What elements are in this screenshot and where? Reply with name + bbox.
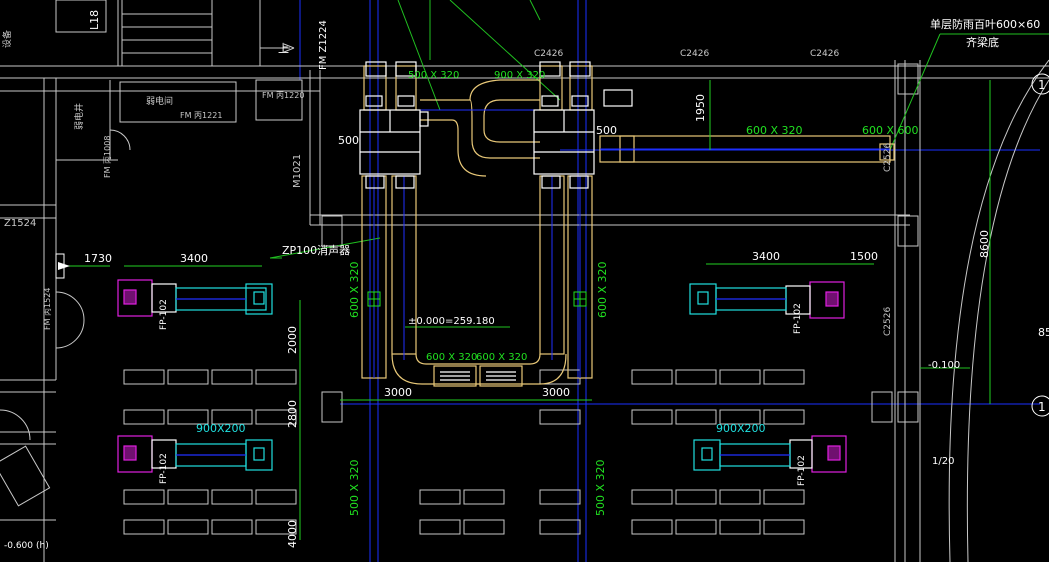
duct-size-fcu-right: 900X200 [716, 422, 766, 435]
axis-label-2: 1 [1038, 400, 1046, 414]
dim-3000-right: 3000 [542, 386, 570, 399]
dim-1950: 1950 [694, 94, 707, 122]
silencer-label: ZP100消声器 [282, 243, 350, 257]
dim-4000: 4000 [286, 520, 299, 548]
hvac-floor-plan-drawing: 单层防雨百叶600×60 齐梁底 1 1 C2426 C2426 C2426 C… [0, 0, 1049, 562]
room-label-2: 弱电井 [73, 103, 85, 130]
duct-size-top-mid: 900 X 320 [494, 70, 545, 81]
room-label-1: 弱电间 [146, 95, 173, 107]
duct-size-bottom-2: 600 X 320 [476, 352, 527, 363]
duct-size-vert-left: 600 X 320 [348, 261, 361, 318]
drawing-background [0, 0, 1049, 562]
duct-size-vert-right: 600 X 320 [596, 261, 609, 318]
door-tag-1008: FM 丙1008 [103, 136, 112, 178]
dim-3400-right: 3400 [752, 250, 780, 263]
dim-1500: 1500 [850, 250, 878, 263]
dim-3000-left: 3000 [384, 386, 412, 399]
louver-note: 单层防雨百叶600×60 [930, 17, 1040, 31]
window-tag-4: C2526 [883, 143, 893, 172]
stair-tag: L18 [88, 10, 101, 30]
axis-label-1: 1 [1038, 78, 1046, 92]
bottom-tag: (h) [36, 541, 49, 551]
dim-2000: 2000 [286, 326, 299, 354]
door-tag-m1021: M1021 [292, 154, 303, 188]
elevation-bottom: -0.600 [4, 541, 33, 551]
unit-tag-1: FP-102 [159, 299, 169, 330]
unit-tag-2: FP-102 [159, 453, 169, 484]
louver-note-2: 齐梁底 [966, 35, 999, 49]
dim-8600: 8600 [978, 230, 991, 258]
dim-2800: 2800 [286, 400, 299, 428]
duct-size-lower-left: 500 X 320 [348, 459, 361, 516]
unit-tag-4: FP-102 [797, 455, 807, 486]
dim-500-left: 500 [338, 134, 359, 147]
window-tag-1: C2426 [534, 49, 563, 59]
window-tag-2: C2426 [680, 49, 709, 59]
door-tag-1220: FM 丙1220 [262, 91, 304, 100]
duct-size-lower-right: 500 X 320 [594, 459, 607, 516]
stair-up-label: 上 [278, 42, 289, 55]
door-tag-z1524: Z1524 [4, 218, 36, 229]
slope-label: 1/20 [932, 456, 954, 467]
door-tag-fmz1224: FM Z1224 [318, 20, 329, 70]
duct-size-fcu-left: 900X200 [196, 422, 246, 435]
elevation-right: -0.100 [928, 360, 960, 371]
duct-size-top-left: 500 X 320 [408, 70, 459, 81]
duct-size-main: 600 X 320 [746, 124, 803, 137]
window-tag-3: C2426 [810, 49, 839, 59]
window-tag-5: C2526 [883, 307, 893, 336]
dim-500-right: 500 [596, 124, 617, 137]
dim-1730: 1730 [84, 252, 112, 265]
dim-3400-left: 3400 [180, 252, 208, 265]
duct-size-louver: 600 X 600 [862, 124, 919, 137]
elevation-main: ±0.000=259.180 [408, 316, 495, 327]
door-tag-1524: FM 丙1524 [43, 288, 52, 330]
door-tag-1221: FM 丙1221 [180, 111, 222, 120]
dim-85: 85 [1038, 326, 1049, 339]
room-label-left: 设备 [1, 30, 13, 48]
duct-size-bottom-1: 600 X 320 [426, 352, 477, 363]
unit-tag-3: FP-102 [793, 303, 803, 334]
